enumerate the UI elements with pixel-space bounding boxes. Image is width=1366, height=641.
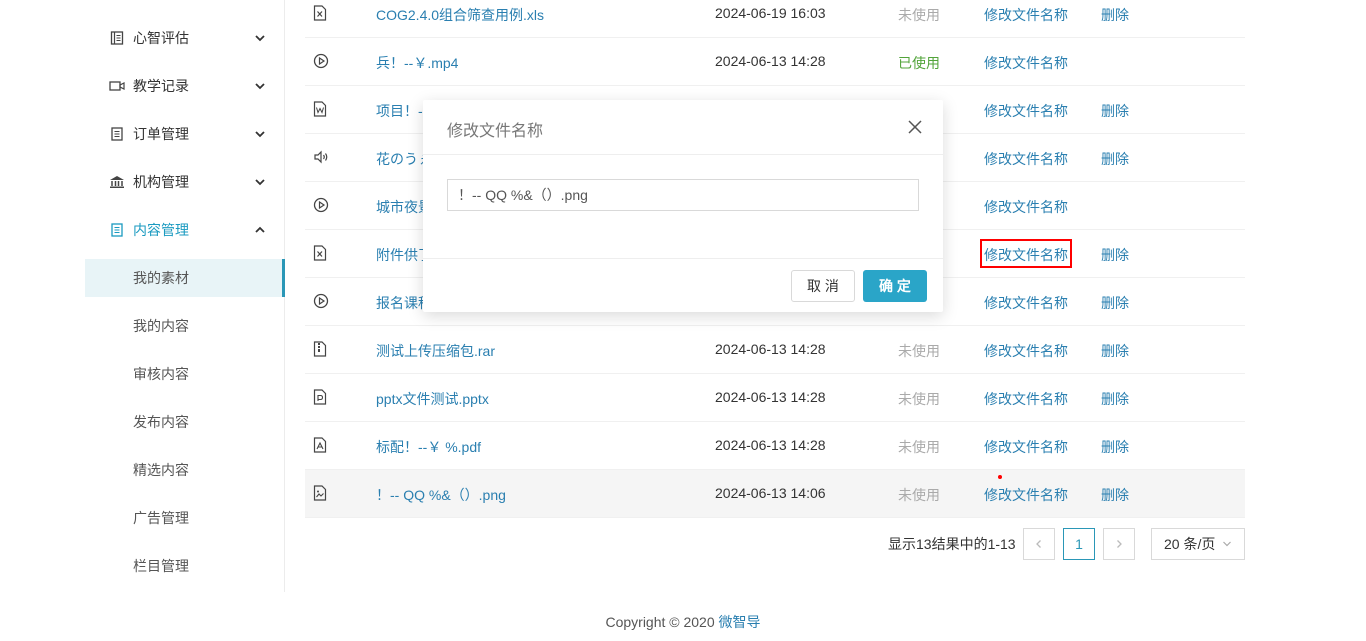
modal-header: 修改文件名称 — [423, 100, 943, 155]
modal-overlay — [0, 0, 1366, 641]
modal-title: 修改文件名称 — [447, 123, 544, 140]
cancel-button[interactable]: 取 消 — [791, 270, 855, 302]
modal-body — [423, 155, 943, 259]
confirm-button[interactable]: 确 定 — [863, 270, 927, 302]
close-icon[interactable] — [907, 119, 923, 135]
rename-modal: 修改文件名称 取 消 确 定 — [423, 100, 943, 312]
filename-input[interactable] — [447, 179, 919, 211]
